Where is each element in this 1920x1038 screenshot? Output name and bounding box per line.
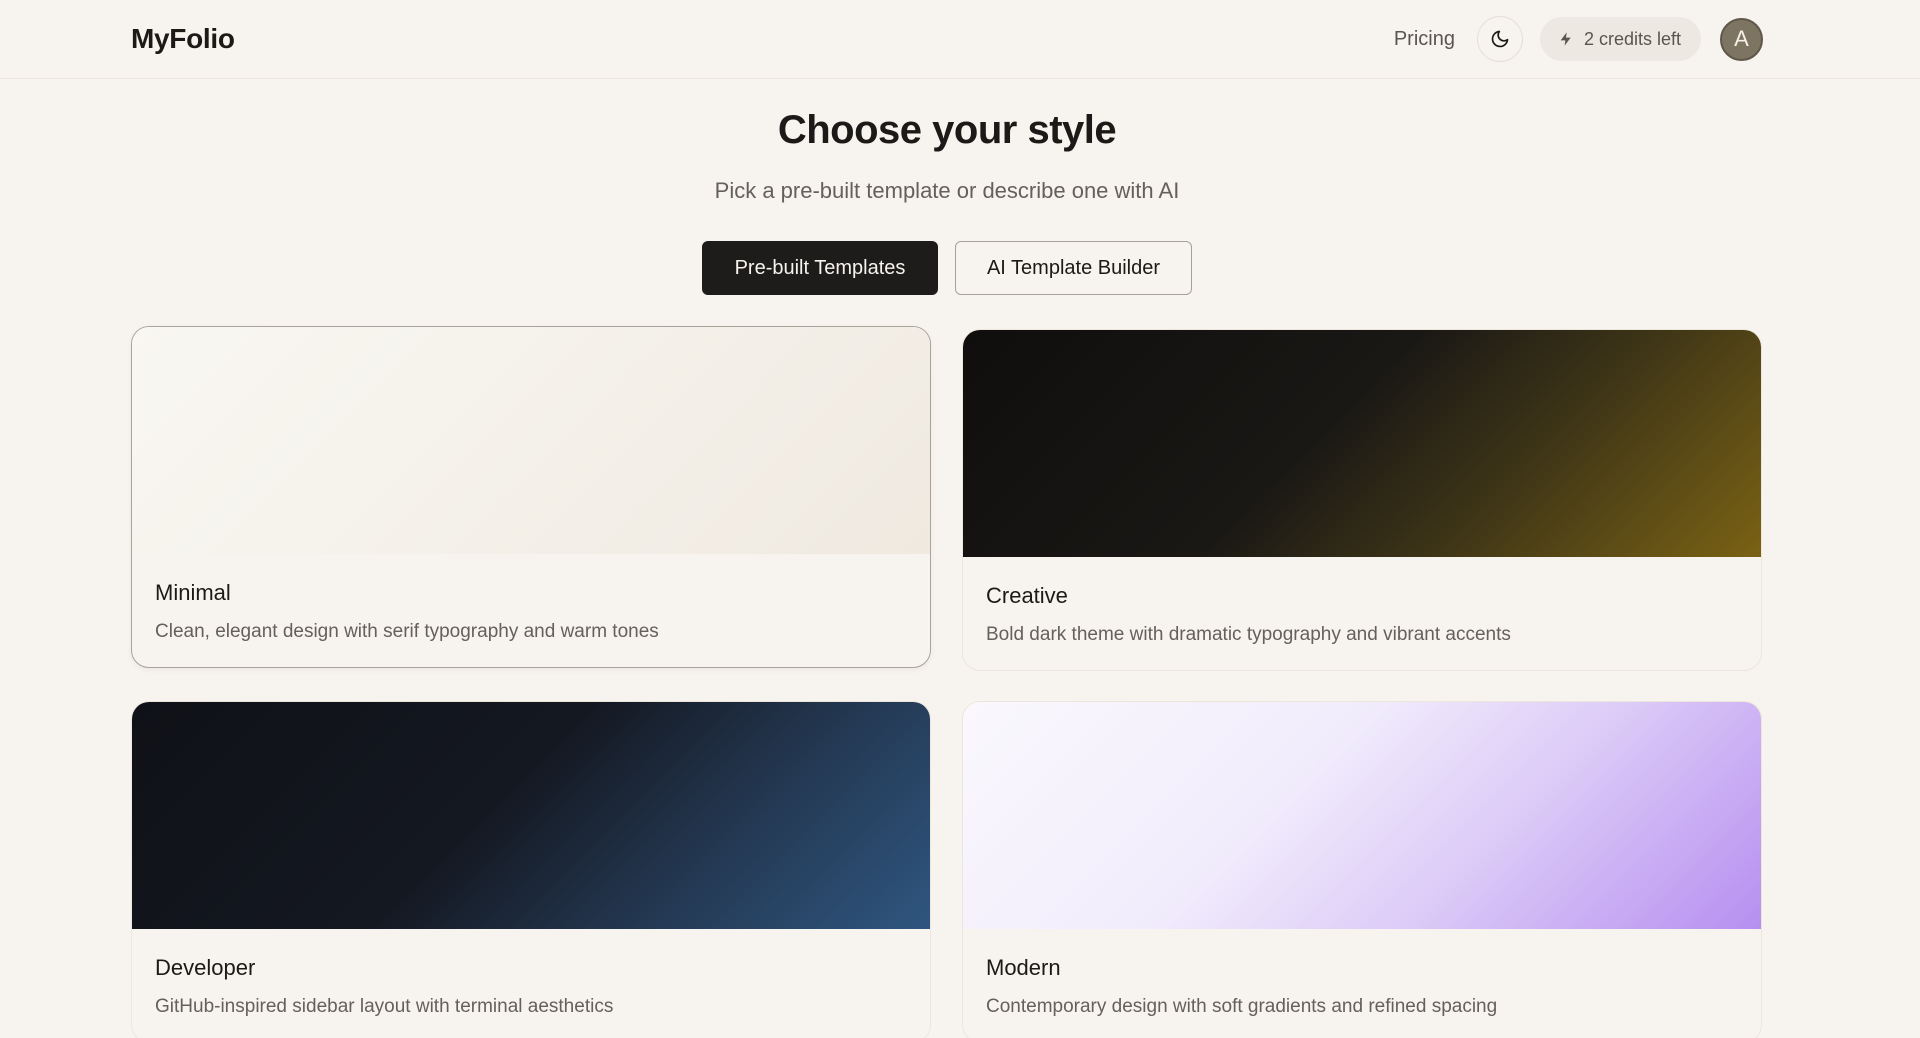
template-card-creative[interactable]: Creative Bold dark theme with dramatic t… bbox=[962, 329, 1762, 671]
template-preview-creative bbox=[963, 330, 1761, 557]
template-description: Bold dark theme with dramatic typography… bbox=[986, 624, 1511, 645]
tab-ai-template-builder[interactable]: AI Template Builder bbox=[955, 241, 1192, 295]
card-body: Minimal Clean, elegant design with serif… bbox=[132, 554, 930, 643]
template-name: Creative bbox=[986, 583, 1068, 608]
page-subtitle: Pick a pre-built template or describe on… bbox=[714, 178, 1180, 203]
credits-badge[interactable]: 2 credits left bbox=[1539, 17, 1701, 61]
bolt-icon bbox=[1560, 32, 1571, 46]
template-preview-developer bbox=[132, 702, 930, 929]
header-actions: Pricing 2 credits left A bbox=[1394, 16, 1763, 62]
theme-toggle-button[interactable] bbox=[1476, 16, 1523, 62]
template-card-developer[interactable]: Developer GitHub-inspired sidebar layout… bbox=[131, 701, 931, 1038]
template-description: GitHub-inspired sidebar layout with term… bbox=[155, 996, 614, 1017]
template-card-modern[interactable]: Modern Contemporary design with soft gra… bbox=[962, 701, 1762, 1038]
top-navbar: MyFolio Pricing 2 credits left A bbox=[0, 0, 1920, 79]
template-name: Minimal bbox=[155, 580, 231, 605]
app-logo[interactable]: MyFolio bbox=[131, 23, 235, 55]
user-avatar[interactable]: A bbox=[1720, 17, 1763, 61]
template-description: Contemporary design with soft gradients … bbox=[986, 996, 1498, 1017]
tab-prebuilt-templates[interactable]: Pre-built Templates bbox=[702, 241, 938, 295]
template-name: Developer bbox=[155, 955, 256, 980]
template-description: Clean, elegant design with serif typogra… bbox=[155, 621, 659, 642]
moon-icon bbox=[1491, 30, 1509, 48]
credits-label: 2 credits left bbox=[1583, 28, 1681, 49]
card-body: Modern Contemporary design with soft gra… bbox=[963, 929, 1761, 1018]
template-name: Modern bbox=[986, 955, 1061, 980]
template-card-minimal[interactable]: Minimal Clean, elegant design with serif… bbox=[131, 326, 931, 668]
template-preview-minimal bbox=[132, 327, 930, 554]
template-preview-modern bbox=[963, 702, 1761, 929]
card-body: Developer GitHub-inspired sidebar layout… bbox=[132, 929, 930, 1018]
card-body: Creative Bold dark theme with dramatic t… bbox=[963, 557, 1761, 646]
pricing-link[interactable]: Pricing bbox=[1394, 28, 1455, 51]
page: MyFolio Pricing 2 credits left A Choose … bbox=[0, 0, 1920, 1038]
page-title: Choose your style bbox=[777, 108, 1117, 152]
template-mode-tabs: Pre-built Templates AI Template Builder bbox=[702, 241, 1192, 295]
